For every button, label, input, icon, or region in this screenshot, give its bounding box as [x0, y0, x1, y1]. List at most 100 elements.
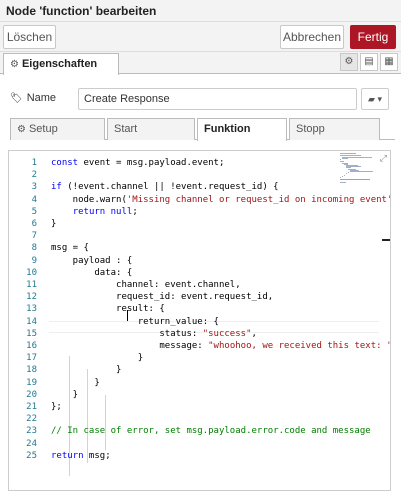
- tab-function-label: Funktion: [204, 123, 251, 135]
- code-text: return_value: {: [51, 316, 219, 327]
- code-line: 23 // In case of error, set msg.payload.e…: [9, 425, 390, 437]
- minimap-line: [348, 172, 349, 174]
- minimap-line: [340, 153, 356, 154]
- code-line: 16 message: "whoohoo, we received this t…: [9, 340, 390, 352]
- minimap-line: [350, 171, 373, 172]
- code-line: 18 }: [9, 364, 390, 376]
- code-text: return null;: [72, 206, 138, 217]
- line-number: 15: [26, 328, 37, 339]
- gear-icon: ⚙: [17, 124, 26, 135]
- tab-stop[interactable]: Stopp: [289, 118, 380, 140]
- line-number: 1: [31, 158, 37, 168]
- settings-gear-icon[interactable]: ⚙: [340, 53, 358, 71]
- line-number: 5: [31, 206, 37, 217]
- code-line: 22: [9, 413, 390, 425]
- code-text: // In case of error, set msg.payload.err…: [51, 426, 371, 437]
- code-text: }: [51, 377, 100, 388]
- code-minimap[interactable]: [340, 153, 376, 185]
- code-line: 13 result: {: [9, 303, 390, 315]
- minimap-line: [342, 157, 348, 159]
- tab-setup-label: Setup: [28, 123, 58, 135]
- code-line: 25 return msg;: [9, 450, 390, 462]
- code-line: 9 payload : {: [9, 255, 390, 267]
- minimap-line: [346, 173, 347, 175]
- code-text: node.warn('Missing channel or request_id…: [51, 194, 391, 205]
- code-text: }: [51, 219, 57, 229]
- tab-start[interactable]: Start: [107, 118, 195, 140]
- done-button[interactable]: Fertig: [350, 25, 396, 49]
- tab-properties[interactable]: ⚙ Eigenschaften: [3, 53, 119, 75]
- line-number: 19: [26, 377, 37, 388]
- line-number: 9: [31, 255, 37, 266]
- chevron-down-icon: ▾: [377, 94, 382, 104]
- cancel-button[interactable]: Abbrechen: [280, 25, 344, 49]
- name-row: 🏷 Name Create Response ▰ ▾: [0, 88, 401, 112]
- code-text: msg = {: [51, 243, 89, 254]
- code-line: 3 if (!event.channel || !event.request_id…: [9, 181, 390, 193]
- minimap-line: [344, 174, 345, 176]
- tab-start-label: Start: [114, 123, 138, 135]
- function-subtabs: ⚙ Setup Start Funktion Stopp: [10, 118, 395, 141]
- code-line: 10 data: {: [9, 267, 390, 279]
- code-text: if (!event.channel || !event.request_id)…: [51, 182, 279, 193]
- line-number: 17: [26, 353, 37, 364]
- tab-setup[interactable]: ⚙ Setup: [10, 118, 105, 140]
- tag-icon: 🏷: [10, 93, 23, 104]
- minimap-line: [340, 177, 341, 178]
- scrollbar-marker[interactable]: [382, 239, 390, 241]
- minimap-line: [340, 181, 346, 183]
- line-number: 21: [26, 402, 37, 412]
- line-number: 6: [31, 219, 37, 229]
- code-line: 11 channel: event.channel,: [9, 279, 390, 291]
- line-number: 10: [26, 267, 37, 278]
- panel-icon-group: ⚙ ▤ ▦: [338, 53, 398, 73]
- code-line: 20 }: [9, 389, 390, 401]
- code-text: }: [51, 389, 79, 400]
- minimap-line: [342, 175, 343, 177]
- code-text: channel: event.channel,: [51, 280, 241, 290]
- line-number: 8: [31, 243, 37, 254]
- book-icon: ▰: [368, 94, 375, 104]
- line-number: 4: [31, 194, 37, 205]
- code-text: request_id: event.request_id,: [51, 292, 274, 303]
- code-text: const event = msg.payload.event;: [51, 158, 225, 168]
- dialog-toolbar: Löschen Abbrechen Fertig: [0, 22, 401, 52]
- dialog-title: Node 'function' bearbeiten: [0, 0, 401, 22]
- code-line: 5 return null;: [9, 206, 390, 218]
- code-line: 7: [9, 230, 390, 242]
- code-line: 1 const event = msg.payload.event;: [9, 157, 390, 169]
- line-number: 14: [26, 316, 37, 327]
- line-number: 2: [31, 170, 37, 181]
- code-text: data: {: [51, 267, 133, 278]
- minimap-line: [340, 159, 341, 160]
- code-line: 12 request_id: event.request_id,: [9, 291, 390, 303]
- name-label: 🏷 Name: [10, 92, 56, 104]
- expand-editor-icon[interactable]: ⤢: [380, 153, 387, 164]
- code-line: 17 }: [9, 352, 390, 364]
- tab-properties-label: Eigenschaften: [21, 58, 98, 70]
- description-doc-icon[interactable]: ▤: [360, 53, 378, 71]
- code-text: }: [51, 365, 122, 376]
- line-number: 23: [26, 426, 37, 437]
- line-number: 18: [26, 365, 37, 376]
- name-label-text: Name: [26, 92, 57, 104]
- code-editor[interactable]: 1 const event = msg.payload.event; 2 3 if (!…: [8, 150, 391, 491]
- code-line: 15 status: "success",: [9, 328, 390, 340]
- delete-button[interactable]: Löschen: [3, 25, 56, 49]
- code-text: };: [51, 402, 62, 412]
- line-number: 25: [26, 450, 37, 461]
- code-line: 24: [9, 438, 390, 450]
- gear-icon: ⚙: [10, 59, 19, 70]
- code-line: 19 }: [9, 377, 390, 389]
- code-line: 2: [9, 169, 390, 181]
- code-line: 21};: [9, 401, 390, 413]
- code-line: 14 return_value: {: [9, 316, 390, 328]
- name-input[interactable]: Create Response: [78, 88, 357, 110]
- tab-function[interactable]: Funktion: [197, 118, 287, 141]
- name-options-dropdown[interactable]: ▰ ▾: [361, 88, 389, 110]
- code-text: status: "success",: [51, 328, 257, 339]
- appearance-icon[interactable]: ▦: [380, 53, 398, 71]
- line-number: 24: [26, 438, 37, 449]
- line-number: 12: [26, 292, 37, 303]
- code-text: message: "whoohoo, we received this text…: [51, 341, 391, 351]
